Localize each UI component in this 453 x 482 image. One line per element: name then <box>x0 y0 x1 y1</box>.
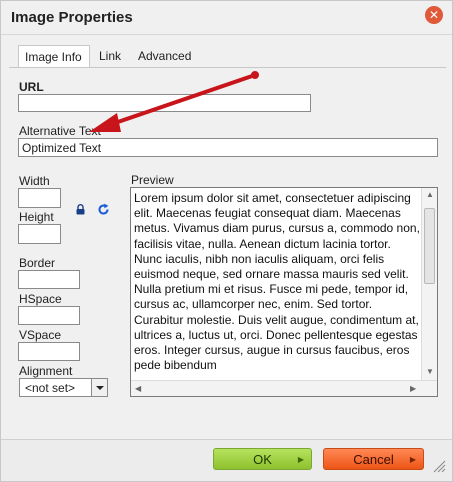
reset-size-icon[interactable] <box>97 203 110 216</box>
alignment-label: Alignment <box>19 364 73 378</box>
close-icon[interactable]: ✕ <box>425 6 443 24</box>
preview-text: Lorem ipsum dolor sit amet, consectetuer… <box>134 191 420 373</box>
preview-label: Preview <box>131 173 174 187</box>
tab-advanced[interactable]: Advanced <box>132 45 197 68</box>
vspace-input[interactable] <box>18 342 80 361</box>
scroll-up-icon[interactable]: ▲ <box>426 190 434 199</box>
scroll-down-icon[interactable]: ▼ <box>426 367 434 376</box>
preview-horizontal-scrollbar[interactable]: ◀ ▶ <box>131 380 437 396</box>
url-label: URL <box>19 80 44 94</box>
alignment-selected-value: <not set> <box>25 381 76 395</box>
cancel-arrow-icon: ▶ <box>409 455 416 464</box>
alignment-dropdown-button[interactable] <box>91 379 107 396</box>
height-input[interactable] <box>18 224 61 244</box>
chevron-down-icon <box>96 386 104 390</box>
hspace-input[interactable] <box>18 306 80 325</box>
hspace-label: HSpace <box>19 292 62 306</box>
dialog-footer: OK ▶ Cancel ▶ <box>1 439 452 481</box>
border-label: Border <box>19 256 56 270</box>
scroll-right-icon[interactable]: ▶ <box>410 384 416 393</box>
resize-grip-icon[interactable] <box>432 459 446 473</box>
alignment-select[interactable]: <not set> <box>19 378 108 397</box>
dialog-titlebar[interactable]: Image Properties ✕ <box>1 1 452 35</box>
border-input[interactable] <box>18 270 80 289</box>
vspace-label: VSpace <box>19 328 62 342</box>
cancel-button-label: Cancel <box>353 452 394 467</box>
url-input[interactable] <box>18 94 311 112</box>
dialog-title: Image Properties <box>11 9 133 26</box>
ok-arrow-icon: ▶ <box>297 455 304 464</box>
ok-button-label: OK <box>253 452 272 467</box>
cancel-button[interactable]: Cancel ▶ <box>323 448 424 470</box>
height-label: Height <box>19 210 54 224</box>
ok-button[interactable]: OK ▶ <box>213 448 312 470</box>
width-label: Width <box>19 174 50 188</box>
alt-text-input[interactable] <box>18 138 438 157</box>
alt-text-label: Alternative Text <box>19 124 101 138</box>
image-properties-dialog: Image Properties ✕ Image Info Link Advan… <box>0 0 453 482</box>
preview-vertical-scrollbar[interactable]: ▲ ▼ <box>421 188 437 380</box>
lock-icon[interactable] <box>76 204 85 215</box>
tab-link[interactable]: Link <box>93 45 127 68</box>
tab-image-info[interactable]: Image Info <box>18 45 90 69</box>
vertical-scroll-thumb[interactable] <box>424 208 435 284</box>
scroll-left-icon[interactable]: ◀ <box>135 384 141 393</box>
width-input[interactable] <box>18 188 61 208</box>
preview-area[interactable]: Lorem ipsum dolor sit amet, consectetuer… <box>130 187 438 397</box>
